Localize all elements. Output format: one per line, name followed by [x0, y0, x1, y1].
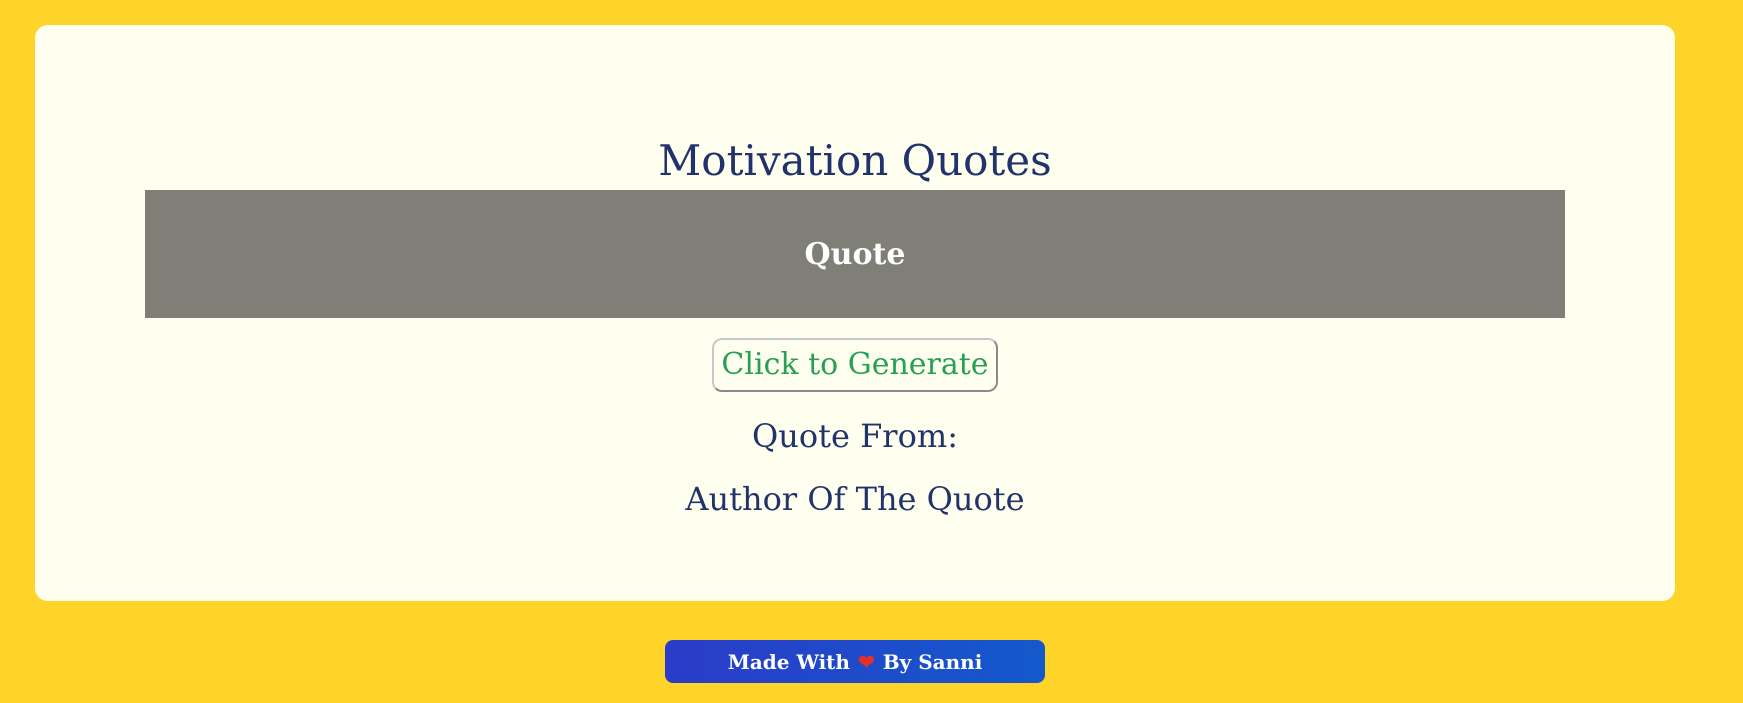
- page-title: Motivation Quotes: [658, 136, 1052, 185]
- quote-text: Quote: [804, 236, 906, 272]
- main-card: Motivation Quotes Quote Click to Generat…: [35, 25, 1675, 601]
- footer-prefix: Made With: [727, 649, 850, 674]
- heart-icon: ❤: [857, 649, 875, 674]
- author-name: Author Of The Quote: [685, 480, 1025, 518]
- generate-button[interactable]: Click to Generate: [712, 338, 998, 392]
- quote-box: Quote: [145, 190, 1565, 318]
- footer-suffix: By Sanni: [882, 649, 983, 674]
- footer-credit: Made With ❤ By Sanni: [665, 640, 1045, 683]
- quote-from-label: Quote From:: [752, 417, 958, 455]
